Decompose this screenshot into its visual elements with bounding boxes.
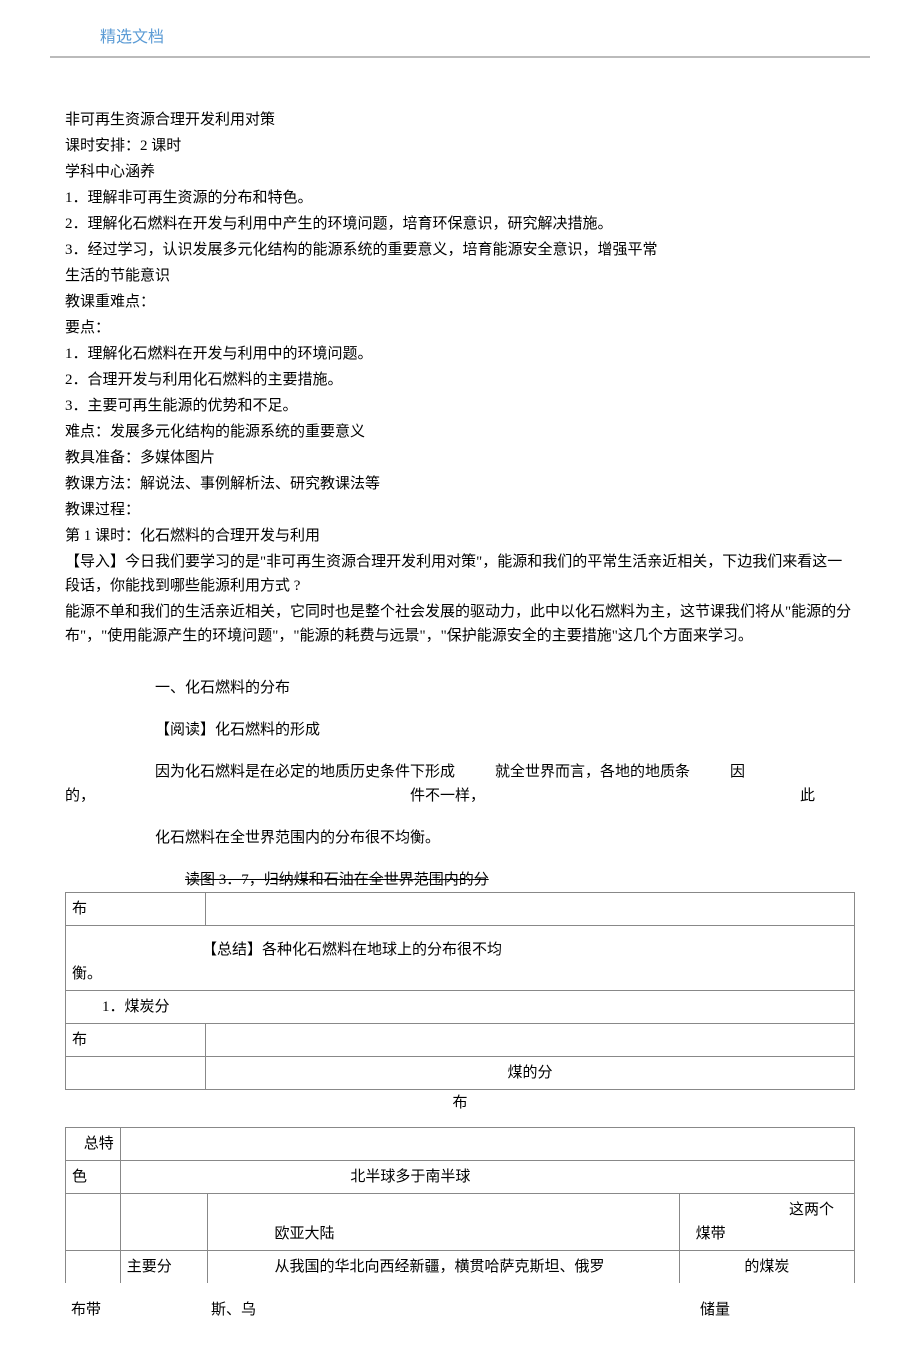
t2-r2c3-text: 欧亚大陆 <box>214 1204 672 1246</box>
t2-r3c3-text: 从我国的华北向西经新疆，横贯哈萨克斯坦、俄罗 <box>214 1255 672 1279</box>
keypoints-heading: 教课重难点： <box>65 290 855 314</box>
objective-3b: 生活的节能意识 <box>65 264 855 288</box>
table-coal-distribution: 总特 色 北半球多于南半球 欧亚大陆 这两个 煤带 <box>65 1127 855 1283</box>
doc-title: 非可再生资源合理开发利用对策 <box>65 108 855 132</box>
t2-r3c2: 主要分 <box>120 1250 208 1283</box>
section-1-heading: 一、化石燃料的分布 <box>155 676 815 700</box>
t2-tail-c1: 布带 <box>65 1298 125 1322</box>
t2-r1bc1: 色 <box>66 1160 121 1193</box>
t2-r1c2 <box>120 1127 854 1160</box>
read-figure: 读图 3．7，归纳煤和石油在全世界范围内的分 <box>185 868 855 892</box>
t2-r3c4: 的煤炭 <box>679 1250 854 1283</box>
t2-r1c1: 总特 <box>66 1127 121 1160</box>
t2-tail-c2: 斯、乌 <box>205 1298 635 1322</box>
header-label: 精选文档 <box>50 20 870 58</box>
t1-r4c1: 布 <box>66 1023 206 1056</box>
t2-r2c2 <box>120 1193 208 1250</box>
para1-left: 因为化石燃料是在必定的地质历史条件下形成 <box>155 760 455 784</box>
t2-r3c4-text: 的煤炭 <box>744 1259 789 1275</box>
t1-r1c2 <box>206 892 855 925</box>
t2-r3c1 <box>66 1250 121 1283</box>
header-text: 精选文档 <box>100 29 164 46</box>
t1-r3-text: 1．煤炭分 <box>72 995 848 1019</box>
t2-r2c4-a: 这两个 <box>686 1198 834 1222</box>
section-1-reading: 【阅读】化石燃料的形成 <box>155 718 815 742</box>
t1-r2-tail: 衡。 <box>72 962 848 986</box>
t1-r2-text: 【总结】各种化石燃料在地球上的分布很不均 <box>72 938 848 962</box>
t1-r4c2 <box>206 1023 855 1056</box>
lesson-1: 第 1 课时：化石燃料的合理开发与利用 <box>65 524 855 548</box>
t2-r1bc2: 北半球多于南半球 <box>120 1160 854 1193</box>
keypoint-3: 3．主要可再生能源的优势和不足。 <box>65 394 855 418</box>
coal-sub: 布 <box>65 1091 855 1115</box>
process-heading: 教课过程： <box>65 498 855 522</box>
t1-r5c2: 煤的分 <box>206 1056 855 1089</box>
section-1: 一、化石燃料的分布 【阅读】化石燃料的形成 因为化石燃料是在必定的地质历史条件下… <box>155 676 815 850</box>
t2-r1c1-top: 总特 <box>72 1132 114 1156</box>
key-label: 要点： <box>65 316 855 340</box>
para1b-left: 的， <box>65 784 95 808</box>
t2-tail-row: 布带 斯、乌 储量 <box>65 1298 855 1322</box>
t2-r2c3: 欧亚大陆 <box>208 1193 679 1250</box>
schedule: 课时安排：2 课时 <box>65 134 855 158</box>
keypoint-2: 2．合理开发与利用化石燃料的主要措施。 <box>65 368 855 392</box>
para1-mid: 就全世界而言，各地的地质条 <box>495 760 690 784</box>
document-body: 非可再生资源合理开发利用对策 课时安排：2 课时 学科中心涵养 1．理解非可再生… <box>50 108 870 1322</box>
intro-2: 能源不单和我们的生活亲近相关，它同时也是整个社会发展的驱动力，此中以化石燃料为主… <box>65 600 855 648</box>
t2-r1bc2-text: 北半球多于南半球 <box>350 1169 470 1185</box>
t1-r2: 【总结】各种化石燃料在地球上的分布很不均 衡。 <box>66 925 855 990</box>
t2-r3c3: 从我国的华北向西经新疆，横贯哈萨克斯坦、俄罗 <box>208 1250 679 1283</box>
materials: 教具准备：多媒体图片 <box>65 446 855 470</box>
t2-r2c4: 这两个 煤带 <box>679 1193 854 1250</box>
subject-heading: 学科中心涵养 <box>65 160 855 184</box>
para1b-right: 此 <box>800 784 815 808</box>
para-distribution: 化石燃料在全世界范围内的分布很不均衡。 <box>155 826 815 850</box>
para-formation: 因为化石燃料是在必定的地质历史条件下形成 就全世界而言，各地的地质条 因 的， … <box>155 760 815 808</box>
para1-right: 因 <box>730 760 745 784</box>
objective-1: 1．理解非可再生资源的分布和特色。 <box>65 186 855 210</box>
difficulty: 难点：发展多元化结构的能源系统的重要意义 <box>65 420 855 444</box>
para1b-mid: 件不一样， <box>410 784 485 808</box>
t2-tail-c3: 储量 <box>635 1298 795 1322</box>
t2-r2c1 <box>66 1193 121 1250</box>
methods: 教课方法：解说法、事例解析法、研究教课法等 <box>65 472 855 496</box>
t1-r5c1 <box>66 1056 206 1089</box>
table-summary: 布 【总结】各种化石燃料在地球上的分布很不均 衡。 1．煤炭分 布 <box>65 892 855 1090</box>
t1-r3: 1．煤炭分 <box>66 990 855 1023</box>
keypoint-1: 1．理解化石燃料在开发与利用中的环境问题。 <box>65 342 855 366</box>
objective-2: 2．理解化石燃料在开发与利用中产生的环境问题，培育环保意识，研究解决措施。 <box>65 212 855 236</box>
t2-r2c4-b: 煤带 <box>686 1222 834 1246</box>
t1-r1c1: 布 <box>66 892 206 925</box>
intro-1: 【导入】今日我们要学习的是"非可再生资源合理开发利用对策"，能源和我们的平常生活… <box>65 550 855 598</box>
coal-title: 煤的分 <box>212 1061 848 1085</box>
objective-3: 3．经过学习，认识发展多元化结构的能源系统的重要意义，培育能源安全意识，增强平常 <box>65 238 855 262</box>
